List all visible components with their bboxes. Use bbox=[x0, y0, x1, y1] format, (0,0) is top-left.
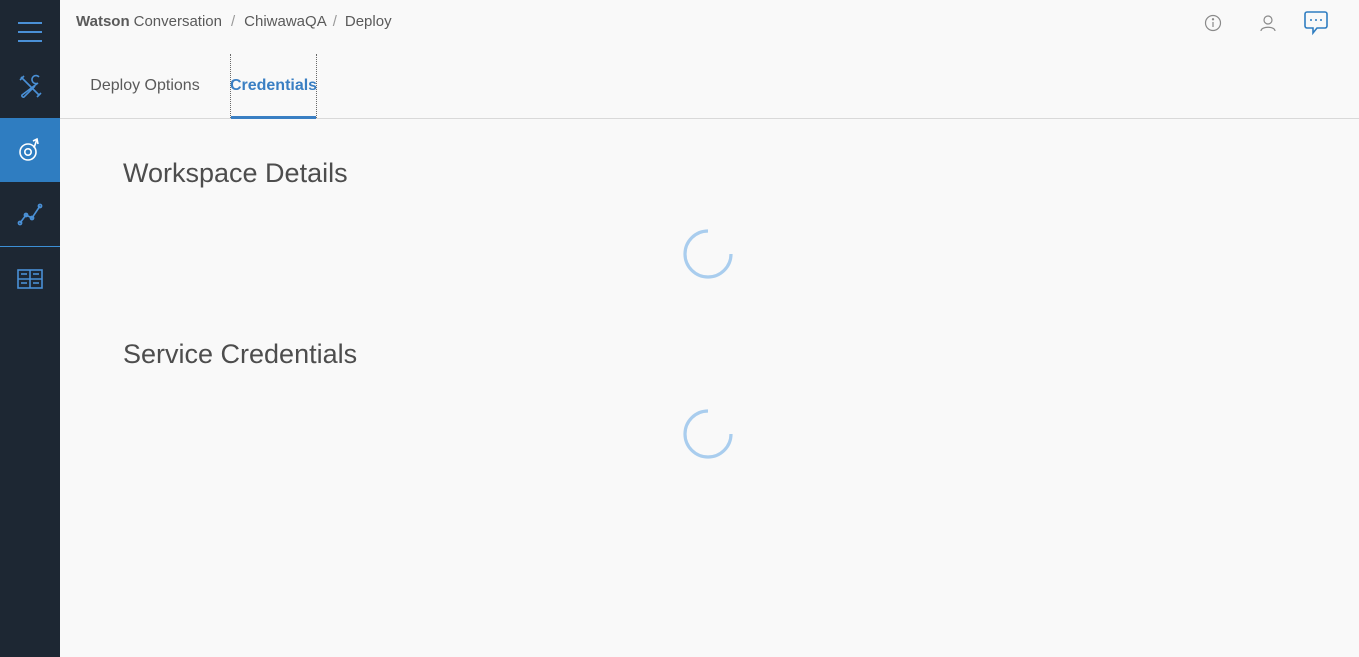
improve-analytics-icon bbox=[17, 203, 43, 226]
deploy-icon bbox=[19, 137, 39, 161]
main-content: Workspace Details Service Credentials bbox=[60, 119, 1359, 657]
service-credentials-heading: Service Credentials bbox=[123, 339, 358, 369]
hamburger-menu-icon bbox=[18, 22, 42, 42]
breadcrumb-separator: / bbox=[231, 13, 236, 30]
tab-bar: Deploy Options Credentials bbox=[60, 54, 317, 119]
breadcrumb-separator: / bbox=[332, 13, 337, 30]
loading-spinner bbox=[683, 229, 733, 279]
info-icon bbox=[1204, 14, 1222, 32]
tab-deploy-options[interactable]: Deploy Options bbox=[60, 54, 230, 118]
loading-spinner bbox=[683, 409, 733, 459]
brand-name-light[interactable]: Conversation bbox=[134, 13, 222, 30]
breadcrumb-current-page: Deploy bbox=[344, 13, 392, 30]
build-tools-icon bbox=[19, 74, 42, 98]
user-icon bbox=[1260, 15, 1276, 32]
breadcrumb-workspace-link[interactable]: ChiwawaQA bbox=[244, 13, 327, 30]
sidebar-item-improve[interactable] bbox=[0, 182, 60, 246]
top-header: Watson Conversation / ChiwawaQA / Deploy bbox=[60, 0, 1359, 119]
user-profile-button[interactable] bbox=[1255, 10, 1281, 36]
dashboard-grid-icon bbox=[17, 269, 43, 289]
app-window: Watson Conversation / ChiwawaQA / Deploy bbox=[0, 0, 1359, 657]
feedback-chat-icon bbox=[1304, 11, 1328, 36]
sidebar bbox=[0, 0, 60, 657]
sidebar-item-build[interactable] bbox=[0, 54, 60, 118]
feedback-chat-button[interactable] bbox=[1303, 10, 1329, 36]
tab-credentials[interactable]: Credentials bbox=[230, 54, 317, 119]
brand-name-strong[interactable]: Watson bbox=[76, 13, 130, 30]
header-actions bbox=[1200, 10, 1329, 36]
workspace-details-heading: Workspace Details bbox=[123, 158, 348, 188]
breadcrumb: Watson Conversation / ChiwawaQA / Deploy bbox=[76, 13, 392, 30]
sidebar-item-dashboard[interactable] bbox=[0, 247, 60, 311]
info-button[interactable] bbox=[1200, 10, 1226, 36]
sidebar-item-deploy[interactable] bbox=[0, 118, 60, 182]
